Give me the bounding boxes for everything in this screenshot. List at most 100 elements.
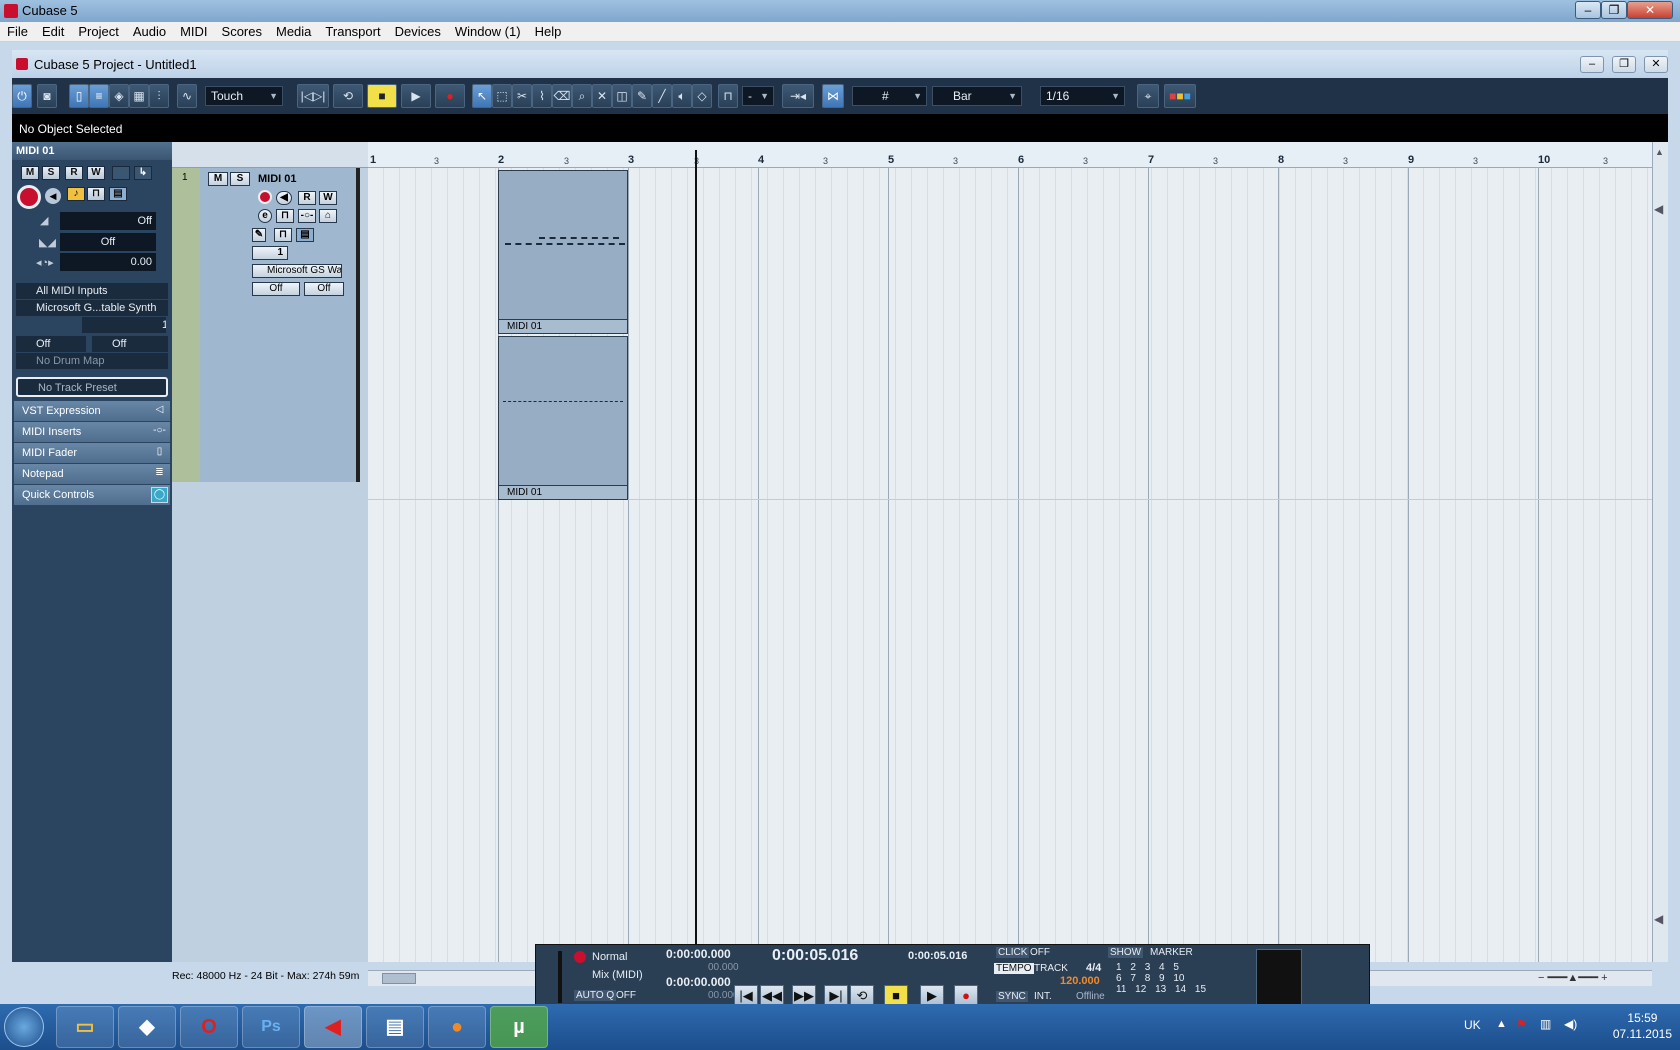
vertical-scrollbar[interactable]: ▲ ◀ ◀ bbox=[1652, 142, 1668, 962]
marker-button[interactable]: 8 bbox=[1145, 973, 1151, 984]
record-enable-button[interactable] bbox=[17, 185, 41, 209]
marker-button[interactable]: 13 bbox=[1155, 984, 1166, 995]
track-lock-icon[interactable]: ⊓ bbox=[274, 228, 292, 242]
program-select[interactable]: Off bbox=[92, 336, 168, 352]
menu-transport[interactable]: Transport bbox=[318, 22, 387, 39]
minimize-button[interactable]: – bbox=[1575, 1, 1601, 19]
sync-button[interactable]: SYNC bbox=[996, 991, 1028, 1002]
split-tool-icon[interactable]: ✂ bbox=[512, 84, 532, 108]
zoom-handle-icon[interactable]: ◀ bbox=[1654, 912, 1663, 926]
automation-icon[interactable]: ∿ bbox=[177, 84, 197, 108]
cubase-taskbar-icon[interactable]: ◀ bbox=[304, 1006, 362, 1048]
record-button[interactable]: ● bbox=[435, 84, 465, 108]
inspector-edit-icon[interactable] bbox=[112, 166, 130, 180]
mute-tool-icon[interactable]: ✕ bbox=[592, 84, 612, 108]
menu-file[interactable]: File bbox=[0, 22, 35, 39]
cycle-button[interactable]: ⟲ bbox=[333, 84, 363, 108]
track-solo-button[interactable]: S bbox=[230, 172, 250, 186]
snap-type-button[interactable]: ⇥◂ bbox=[782, 84, 814, 108]
show-markers-button[interactable]: SHOW bbox=[1108, 947, 1144, 958]
scroll-up-icon[interactable]: ▲ bbox=[1655, 147, 1664, 157]
project-minimize-button[interactable]: – bbox=[1580, 56, 1604, 73]
inspector-toggle-icon[interactable]: ▯ bbox=[69, 84, 89, 108]
volume-icon[interactable]: ◀) bbox=[1564, 1017, 1577, 1031]
language-indicator[interactable]: UK bbox=[1464, 1018, 1481, 1032]
explorer-taskbar-icon[interactable]: ▭ bbox=[56, 1006, 114, 1048]
track-draw-icon[interactable]: ✎ bbox=[252, 228, 266, 242]
marker-buttons[interactable]: 1 2 3 4 5 6 7 8 9 10 11 12 13 14 15 bbox=[1116, 962, 1206, 995]
marker-button[interactable]: 15 bbox=[1195, 984, 1206, 995]
grid-type-select[interactable]: Bar ▼ bbox=[932, 86, 1022, 106]
marker-button[interactable]: 10 bbox=[1173, 973, 1184, 984]
inspector-note-icon[interactable]: ♪ bbox=[67, 187, 85, 201]
bank-select[interactable]: Off bbox=[16, 336, 86, 352]
color-tool-icon[interactable]: ◇ bbox=[692, 84, 712, 108]
object-selection-tool-icon[interactable]: ↖ bbox=[472, 84, 492, 108]
menu-devices[interactable]: Devices bbox=[388, 22, 448, 39]
automation-mode-select[interactable]: Touch ▼ bbox=[205, 86, 283, 106]
marker-button[interactable]: 4 bbox=[1159, 962, 1165, 973]
firefox-taskbar-icon[interactable]: ● bbox=[428, 1006, 486, 1048]
media-player-taskbar-icon[interactable]: ◆ bbox=[118, 1006, 176, 1048]
mixer-toggle-icon[interactable]: ⫶ bbox=[149, 84, 169, 108]
menu-edit[interactable]: Edit bbox=[35, 22, 71, 39]
section-notepad[interactable]: Notepad ≣ bbox=[14, 464, 170, 485]
midi-output-routing[interactable]: Microsoft G...table Synth bbox=[16, 300, 168, 316]
app-taskbar-icon[interactable]: ▤ bbox=[366, 1006, 424, 1048]
tray-up-icon[interactable]: ▲ bbox=[1496, 1018, 1507, 1030]
midi-input-routing[interactable]: All MIDI Inputs bbox=[16, 283, 168, 299]
activate-project-button[interactable]: ⏻ bbox=[12, 84, 32, 108]
project-cursor[interactable] bbox=[695, 150, 697, 944]
ruler[interactable]: 1 3 2 3 3 3 4 3 5 3 6 3 7 3 8 3 9 3 10 3 bbox=[368, 142, 1652, 168]
snap-to-zero-icon[interactable]: ⌖ bbox=[1137, 84, 1159, 108]
auto-quantize-button[interactable]: AUTO Q bbox=[574, 990, 617, 1001]
color-palette-icon[interactable]: ■■■ bbox=[1164, 84, 1196, 108]
utorrent-taskbar-icon[interactable]: µ bbox=[490, 1006, 548, 1048]
section-midi-inserts[interactable]: MIDI Inserts -○- bbox=[14, 422, 170, 443]
secondary-time-display[interactable]: 0:00:05.016 bbox=[908, 950, 967, 962]
photoshop-taskbar-icon[interactable]: Ps bbox=[242, 1006, 300, 1048]
menu-audio[interactable]: Audio bbox=[126, 22, 173, 39]
midi-part[interactable]: MIDI 01 bbox=[498, 336, 628, 500]
arrange-area[interactable]: MIDI 01 MIDI 01 bbox=[368, 168, 1652, 962]
project-maximize-button[interactable]: ❐ bbox=[1612, 56, 1636, 73]
record-mode-value[interactable]: Normal bbox=[592, 951, 627, 963]
opera-taskbar-icon[interactable]: O bbox=[180, 1006, 238, 1048]
track-channel[interactable]: 1 bbox=[252, 246, 288, 260]
tempo-button[interactable]: TEMPO bbox=[994, 963, 1034, 974]
marker-button[interactable]: 6 bbox=[1116, 973, 1122, 984]
erase-tool-icon[interactable]: ⌫ bbox=[552, 84, 572, 108]
snap-grid-select[interactable]: # ▼ bbox=[852, 86, 927, 106]
track-bank[interactable]: Off bbox=[252, 282, 300, 296]
track-timebase-icon[interactable]: ⊓ bbox=[276, 209, 294, 223]
maximize-button[interactable]: ❐ bbox=[1601, 1, 1627, 19]
click-button[interactable]: CLICK bbox=[996, 947, 1030, 958]
volume-field[interactable]: Off bbox=[60, 212, 156, 230]
menu-project[interactable]: Project bbox=[71, 22, 125, 39]
monitor-button[interactable]: ◀ bbox=[45, 188, 61, 204]
track-name[interactable]: MIDI 01 bbox=[258, 173, 297, 185]
track-edit-icon[interactable]: e bbox=[258, 209, 272, 223]
menu-midi[interactable]: MIDI bbox=[173, 22, 214, 39]
range-selection-tool-icon[interactable]: ⬚ bbox=[492, 84, 512, 108]
flag-icon[interactable]: ⚑ bbox=[1516, 1017, 1527, 1031]
inspector-lanes-icon[interactable]: ▤ bbox=[109, 187, 127, 201]
menu-scores[interactable]: Scores bbox=[215, 22, 269, 39]
pool-toggle-icon[interactable]: ▦ bbox=[129, 84, 149, 108]
draw-tool-icon[interactable]: ✎ bbox=[632, 84, 652, 108]
menu-help[interactable]: Help bbox=[528, 22, 569, 39]
network-icon[interactable]: ▥ bbox=[1540, 1017, 1551, 1031]
track-read-button[interactable]: R bbox=[298, 191, 316, 205]
cycle-record-mode-value[interactable]: Mix (MIDI) bbox=[592, 969, 643, 981]
play-tool-icon[interactable]: 🔈︎ bbox=[672, 84, 692, 108]
right-locator-time[interactable]: 0:00:00.000 bbox=[666, 975, 731, 989]
midi-part[interactable]: MIDI 01 bbox=[498, 170, 628, 334]
track-program[interactable]: Off bbox=[304, 282, 344, 296]
close-button[interactable]: ✕ bbox=[1627, 1, 1673, 19]
marker-button[interactable]: 11 bbox=[1116, 984, 1126, 995]
constrain-delay-button[interactable]: ◙ bbox=[37, 84, 57, 108]
play-button[interactable]: ▶ bbox=[401, 84, 431, 108]
tempo-value[interactable]: 120.000 bbox=[1060, 975, 1100, 987]
inspector-mute-button[interactable]: M bbox=[21, 166, 39, 180]
marker-button[interactable]: 9 bbox=[1159, 973, 1165, 984]
